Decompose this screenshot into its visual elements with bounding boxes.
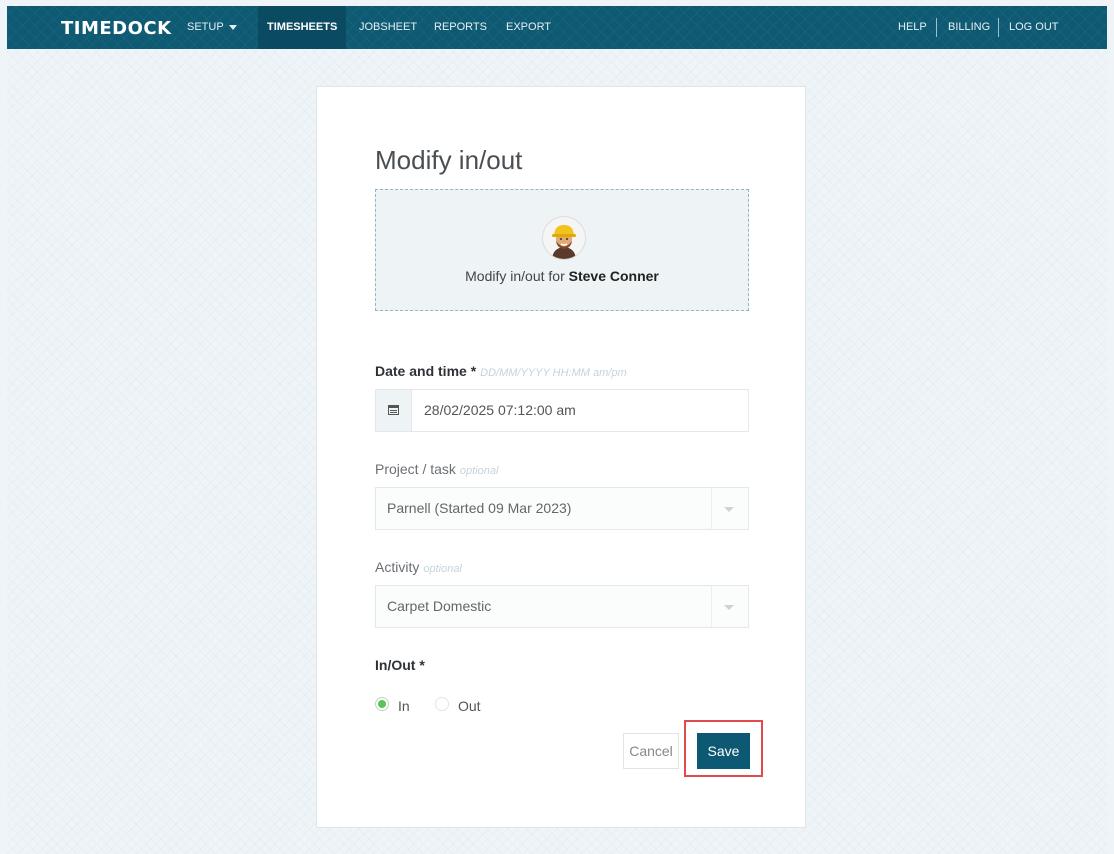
cancel-button[interactable]: Cancel bbox=[623, 733, 679, 769]
activity-value: Carpet Domestic bbox=[387, 598, 492, 614]
app-frame: TIMEDOCK SETUP TIMESHEETS JOBSHEET REPOR… bbox=[7, 6, 1107, 854]
activity-optional-hint: optional bbox=[423, 563, 462, 575]
activity-label: Activity optional bbox=[375, 559, 462, 575]
nav-billing[interactable]: BILLING bbox=[948, 6, 990, 49]
select-divider bbox=[711, 586, 712, 627]
radio-out-label: Out bbox=[458, 698, 481, 714]
nav-jobsheet[interactable]: JOBSHEET bbox=[359, 6, 417, 49]
activity-select[interactable]: Carpet Domestic bbox=[375, 585, 749, 628]
nav-export[interactable]: EXPORT bbox=[506, 6, 551, 49]
date-format-hint: DD/MM/YYYY HH:MM am/pm bbox=[480, 367, 627, 379]
nav-divider bbox=[936, 18, 937, 37]
calendar-icon bbox=[388, 405, 399, 415]
select-divider bbox=[711, 488, 712, 529]
project-value: Parnell (Started 09 Mar 2023) bbox=[387, 500, 572, 516]
date-time-value: 28/02/2025 07:12:00 am bbox=[424, 402, 576, 418]
project-label: Project / task optional bbox=[375, 461, 498, 477]
calendar-button[interactable] bbox=[376, 390, 412, 431]
project-optional-hint: optional bbox=[459, 465, 499, 477]
nav-setup[interactable]: SETUP bbox=[187, 6, 237, 49]
employee-line: Modify in/out for Steve Conner bbox=[376, 268, 748, 284]
nav-divider bbox=[998, 18, 999, 37]
chevron-down-icon bbox=[724, 605, 734, 610]
radio-in-indicator[interactable] bbox=[375, 697, 389, 711]
nav-timesheets[interactable]: TIMESHEETS bbox=[258, 6, 347, 49]
chevron-down-icon bbox=[228, 24, 237, 30]
employee-name: Steve Conner bbox=[568, 268, 659, 284]
employee-box: Modify in/out for Steve Conner bbox=[375, 189, 749, 311]
activity-label-text: Activity bbox=[375, 559, 420, 575]
date-label: Date and time * DD/MM/YYYY HH:MM am/pm bbox=[375, 363, 627, 379]
nav-reports[interactable]: REPORTS bbox=[434, 6, 487, 49]
modify-inout-card: Modify in/out Modify in/out for Steve Co… bbox=[316, 86, 806, 828]
nav-help[interactable]: HELP bbox=[898, 6, 927, 49]
top-navbar: TIMEDOCK SETUP TIMESHEETS JOBSHEET REPOR… bbox=[7, 6, 1107, 49]
date-time-field[interactable]: 28/02/2025 07:12:00 am bbox=[375, 389, 749, 432]
worker-avatar-icon bbox=[543, 217, 585, 259]
date-label-text: Date and time * bbox=[375, 363, 477, 379]
logo[interactable]: TIMEDOCK bbox=[61, 18, 172, 39]
chevron-down-icon bbox=[724, 507, 734, 512]
save-button[interactable]: Save bbox=[697, 733, 750, 769]
project-select[interactable]: Parnell (Started 09 Mar 2023) bbox=[375, 487, 749, 530]
nav-logout[interactable]: LOG OUT bbox=[1009, 6, 1059, 49]
avatar bbox=[542, 216, 586, 260]
page-title: Modify in/out bbox=[375, 145, 523, 175]
radio-in-label: In bbox=[398, 698, 410, 714]
inout-label: In/Out * bbox=[375, 657, 425, 673]
employee-prefix: Modify in/out for bbox=[465, 268, 569, 284]
nav-setup-label: SETUP bbox=[187, 21, 224, 33]
project-label-text: Project / task bbox=[375, 461, 456, 477]
radio-out-indicator[interactable] bbox=[435, 697, 449, 711]
